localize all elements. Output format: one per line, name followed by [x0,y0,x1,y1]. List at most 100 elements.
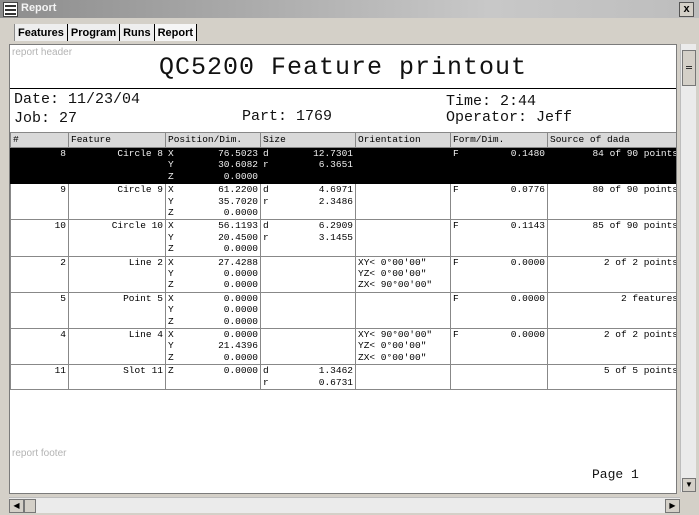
axis-value: 0.0000 [223,267,258,279]
cell-size [260,327,356,366]
vertical-scroll-thumb[interactable] [682,50,696,86]
vertical-scrollbar[interactable]: ▼ [680,44,696,492]
size-label: d [263,365,269,377]
cell-form: F 0.0776 [450,183,548,221]
report-title: QC5200 Feature printout [158,53,528,82]
form-value: 0.0000 [510,292,545,304]
orientation-value: ZX< 0°00'00" [358,351,427,363]
form-label: F [453,148,459,159]
table-row[interactable]: 5 Point 5 X 0.0000 Y 0.0000 Z 0.0000 F 0.0000 2 fe… [10,291,676,329]
cell-form: F 0.0000 [450,255,548,293]
axis-label: X [168,148,174,159]
axis-value: 0.0000 [223,365,258,377]
table-row[interactable]: 2 Line 2 X 27.4288 Y 0.0000 Z 0.0000 XY< 0°00'00… [10,255,676,293]
axis-value: 21.4396 [218,340,258,352]
divider [10,88,676,89]
table-row[interactable]: 8 Circle 8 X 76.5023 Y 30.6082 Z 0.0000 d 12.7301… [10,146,676,185]
cell-feature: Line 4 [68,327,166,366]
cell-source: 2 of 2 points [547,327,676,366]
axis-label: Y [168,267,174,279]
cell-orientation [355,219,451,257]
close-button[interactable]: x [679,2,694,17]
axis-label: X [168,256,174,268]
form-label: F [453,184,459,196]
cell-number: 8 [10,146,69,185]
form-value: 0.0000 [510,328,545,340]
form-value: 0.0000 [510,256,545,268]
cell-orientation [355,291,451,329]
tab-report[interactable]: Report [154,24,198,41]
axis-label: Y [168,159,174,171]
axis-value: 27.4288 [218,256,258,268]
axis-label: Z [168,206,174,218]
scroll-right-arrow-icon[interactable]: ▶ [665,499,680,513]
menu-tabs: Features Program Runs Report [14,24,198,42]
cell-orientation: XY< 90°00'00" YZ< 0°00'00" ZX< 0°00'00" [355,327,451,366]
table-row[interactable]: 11 Slot 11 Z 0.0000 d 1.3462 r 0.6731 5 of 5 poi… [10,364,676,390]
cell-size [260,255,356,293]
size-label: r [263,195,269,207]
axis-value: 20.4500 [218,231,258,243]
axis-label: Z [168,243,174,255]
tab-runs[interactable]: Runs [120,24,155,41]
size-label: d [263,148,269,159]
form-value: 0.1143 [510,220,545,232]
table-row[interactable]: 10 Circle 10 X 56.1193 Y 20.4500 Z 0.0000 d 6.290… [10,219,676,257]
cell-number: 2 [10,255,69,293]
axis-label: X [168,328,174,340]
axis-value: 56.1193 [218,220,258,232]
cell-number: 4 [10,327,69,366]
cell-source: 2 features [547,291,676,329]
tab-program[interactable]: Program [67,24,121,41]
page-number: Page 1 [592,467,639,482]
cell-feature: Circle 9 [68,183,166,221]
report-part: Part: 1769 [242,108,333,125]
axis-label: Z [168,351,174,363]
axis-value: 61.2200 [218,184,258,196]
axis-label: X [168,220,174,232]
horizontal-scroll-thumb[interactable] [24,499,36,513]
title-bar: Report x [0,0,699,18]
axis-value: 0.0000 [223,304,258,316]
table-row[interactable]: 9 Circle 9 X 61.2200 Y 35.7020 Z 0.0000 d 4.6971 r… [10,183,676,221]
table-row[interactable]: 4 Line 4 X 0.0000 Y 21.4396 Z 0.0000 XY< 90°00'0… [10,327,676,366]
cell-position: X 61.2200 Y 35.7020 Z 0.0000 [165,183,261,221]
cell-feature: Circle 10 [68,219,166,257]
axis-value: 0.0000 [223,351,258,363]
scroll-left-arrow-icon[interactable]: ◀ [9,499,24,513]
axis-value: 30.6082 [218,159,258,171]
cell-size: d 6.2909 r 3.1455 [260,219,356,257]
axis-label: Y [168,304,174,316]
form-label: F [453,220,459,232]
cell-form: F 0.1480 [450,146,548,185]
cell-form: F 0.0000 [450,327,548,366]
horizontal-scrollbar[interactable]: ◀ ▶ [9,497,680,513]
cell-feature: Line 2 [68,255,166,293]
cell-form [450,364,548,390]
cell-position: X 0.0000 Y 21.4396 Z 0.0000 [165,327,261,366]
size-label: r [263,376,269,388]
cell-position: X 56.1193 Y 20.4500 Z 0.0000 [165,219,261,257]
size-value: 2.3486 [318,195,353,207]
orientation-value: ZX< 90°00'00" [358,279,433,291]
column-header: Size [260,132,356,148]
cell-position: Z 0.0000 [165,364,261,390]
cell-orientation: XY< 0°00'00" YZ< 0°00'00" ZX< 90°00'00" [355,255,451,293]
scroll-down-arrow-icon[interactable]: ▼ [682,478,696,492]
report-time: Time: 2:44 [446,93,537,110]
orientation-value: YZ< 0°00'00" [358,340,427,352]
column-header: Form/Dim. [450,132,548,148]
cell-size: d 4.6971 r 2.3486 [260,183,356,221]
cell-orientation [355,364,451,390]
cell-feature: Circle 8 [68,146,166,185]
window-title: Report [21,2,57,14]
size-label: d [263,184,269,196]
cell-number: 11 [10,364,69,390]
size-value: 0.6731 [318,376,353,388]
axis-value: 0.0000 [223,170,258,182]
tab-features[interactable]: Features [14,24,68,41]
axis-label: Y [168,340,174,352]
axis-value: 76.5023 [218,148,258,159]
report-operator: Operator: Jeff [446,109,573,126]
cell-position: X 76.5023 Y 30.6082 Z 0.0000 [165,146,261,185]
